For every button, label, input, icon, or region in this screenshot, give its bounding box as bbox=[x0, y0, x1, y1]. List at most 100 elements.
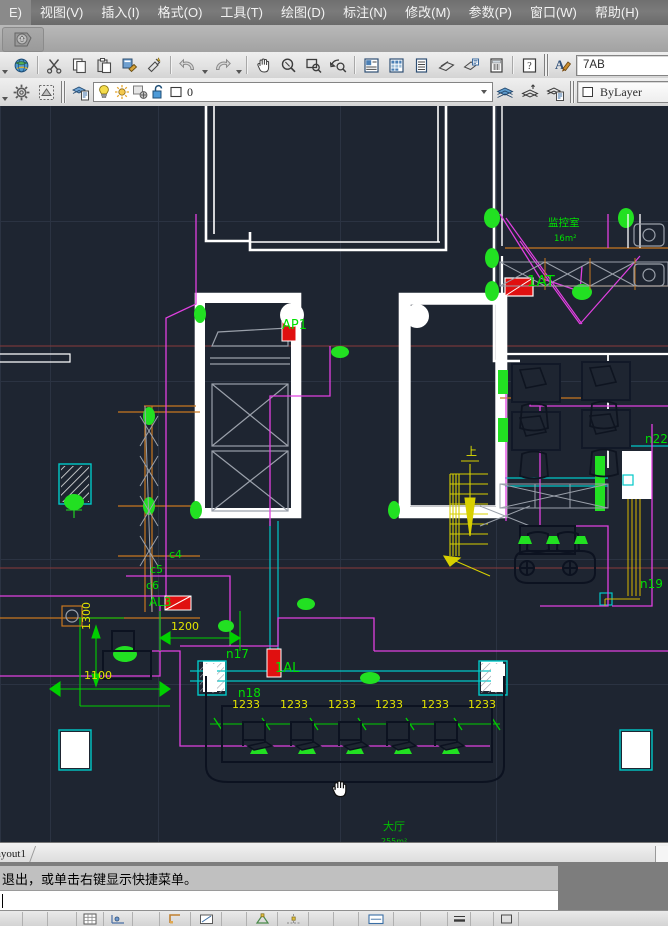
lobby-chairs bbox=[242, 721, 458, 746]
layer-control-chevron-down-icon[interactable] bbox=[477, 90, 490, 94]
properties-brush-icon[interactable] bbox=[143, 54, 166, 77]
polar-icon[interactable] bbox=[191, 911, 222, 926]
left-ceiling-grid bbox=[139, 405, 159, 613]
standard-toolbar: ? A 7AB bbox=[0, 52, 668, 79]
status-cell-1[interactable] bbox=[0, 911, 23, 926]
designcenter-icon[interactable] bbox=[385, 54, 408, 77]
redo-dropdown-chevron-down-icon[interactable] bbox=[234, 53, 243, 78]
cad-drawing-vector bbox=[0, 106, 668, 783]
menu-bar: E) 视图(V) 插入(I) 格式(O) 工具(T) 绘图(D) 标注(N) 修… bbox=[0, 0, 668, 25]
layer-toolbar-overflow[interactable] bbox=[0, 80, 9, 105]
scrollbar-corner[interactable] bbox=[655, 846, 668, 863]
zoom-window-icon[interactable] bbox=[302, 54, 325, 77]
undo-dropdown-chevron-down-icon[interactable] bbox=[200, 53, 209, 78]
top-right-equipment bbox=[633, 223, 665, 287]
layer-state-icon[interactable] bbox=[35, 81, 58, 104]
building-walls bbox=[0, 106, 668, 519]
status-cell-12[interactable] bbox=[309, 911, 334, 926]
status-cell-16[interactable] bbox=[421, 911, 448, 926]
status-cell-6[interactable] bbox=[133, 911, 160, 926]
status-cell-spacer bbox=[519, 912, 668, 926]
status-cell-18[interactable] bbox=[471, 911, 494, 926]
reception-furniture bbox=[514, 525, 596, 584]
unlock-icon[interactable] bbox=[150, 84, 166, 100]
status-cell-13[interactable] bbox=[334, 911, 359, 926]
undo-icon[interactable] bbox=[176, 54, 199, 77]
command-history-text: 退出，或单击右键显示快捷菜单。 bbox=[2, 871, 198, 887]
otrack-icon[interactable] bbox=[278, 911, 309, 926]
layer-toolbar-grip[interactable] bbox=[61, 81, 66, 103]
text-style-icon[interactable]: A bbox=[552, 54, 575, 77]
properties-palette-icon[interactable] bbox=[360, 54, 383, 77]
sheet-set-icon[interactable] bbox=[435, 54, 458, 77]
drawing-canvas[interactable]: 监控室 16m² 1AT AP1 n22 n19 上 c4 c5 c6 AL3 … bbox=[0, 106, 668, 842]
sun-freeze-icon[interactable] bbox=[114, 84, 130, 100]
lwt-icon[interactable] bbox=[448, 911, 471, 926]
freeze-viewport-icon[interactable] bbox=[132, 84, 148, 100]
snap-icon[interactable] bbox=[104, 911, 133, 926]
yellow-riser bbox=[604, 499, 641, 606]
color-control-combo[interactable]: ByLayer bbox=[577, 81, 668, 103]
color-value: ByLayer bbox=[600, 84, 642, 99]
elevator-cars bbox=[210, 327, 290, 512]
lightbulb-on-icon[interactable] bbox=[96, 84, 112, 100]
osnap-icon[interactable] bbox=[247, 911, 278, 926]
zoom-realtime-icon[interactable] bbox=[277, 54, 300, 77]
paste-icon[interactable] bbox=[93, 54, 116, 77]
quick-access-strip bbox=[0, 25, 668, 53]
properties-toolbar-grip[interactable] bbox=[570, 81, 575, 103]
menu-edit-partial[interactable]: E) bbox=[0, 0, 31, 25]
layer-walk-icon[interactable] bbox=[544, 81, 567, 104]
menu-modify[interactable]: 修改(M) bbox=[396, 0, 460, 25]
menu-insert[interactable]: 插入(I) bbox=[92, 0, 148, 25]
status-cell-15[interactable] bbox=[394, 911, 421, 926]
markup-set-icon[interactable] bbox=[460, 54, 483, 77]
layer-properties-manager-icon[interactable] bbox=[69, 81, 92, 104]
status-cell-3[interactable] bbox=[48, 911, 77, 926]
layout-tab-strip: ayout1 bbox=[0, 842, 668, 864]
globe-icon[interactable] bbox=[10, 54, 33, 77]
match-properties-icon[interactable] bbox=[118, 54, 141, 77]
layer-color-swatch bbox=[169, 85, 183, 99]
menu-view[interactable]: 视图(V) bbox=[31, 0, 92, 25]
grid-icon[interactable] bbox=[77, 911, 104, 926]
layer-settings-gear-icon[interactable] bbox=[10, 81, 33, 104]
menu-window[interactable]: 窗口(W) bbox=[521, 0, 586, 25]
redo-icon[interactable] bbox=[210, 54, 233, 77]
menu-format[interactable]: 格式(O) bbox=[149, 0, 212, 25]
help-icon[interactable]: ? bbox=[518, 54, 541, 77]
ortho-icon[interactable] bbox=[160, 911, 191, 926]
cyan-services bbox=[58, 445, 668, 771]
menu-draw[interactable]: 绘图(D) bbox=[272, 0, 334, 25]
magenta-circuits bbox=[0, 213, 668, 747]
text-style-toolbar-grip[interactable] bbox=[544, 54, 549, 76]
stairs bbox=[442, 460, 491, 577]
toolbar-overflow-left[interactable] bbox=[0, 53, 9, 78]
status-bar bbox=[0, 910, 668, 926]
pan-hand-icon[interactable] bbox=[252, 54, 275, 77]
menu-dimension[interactable]: 标注(N) bbox=[334, 0, 396, 25]
copy-icon[interactable] bbox=[68, 54, 91, 77]
layer-control-combo[interactable]: 0 bbox=[93, 82, 493, 102]
menu-help[interactable]: 帮助(H) bbox=[586, 0, 648, 25]
zoom-previous-icon[interactable] bbox=[327, 54, 350, 77]
model-icon[interactable] bbox=[494, 911, 519, 926]
make-object-layer-current-icon[interactable] bbox=[494, 81, 517, 104]
status-cell-2[interactable] bbox=[23, 911, 48, 926]
layer-previous-icon[interactable] bbox=[519, 81, 542, 104]
menu-parametric[interactable]: 参数(P) bbox=[460, 0, 521, 25]
scissors-cut-icon[interactable] bbox=[43, 54, 66, 77]
reception-devices bbox=[518, 536, 588, 544]
text-style-combo[interactable]: 7AB bbox=[576, 54, 668, 76]
tool-palettes-icon[interactable] bbox=[410, 54, 433, 77]
layer-properties-toolbar: 0 ByLayer bbox=[0, 78, 668, 107]
quick-calc-icon[interactable] bbox=[485, 54, 508, 77]
layout-tab-layout1[interactable]: ayout1 bbox=[0, 845, 29, 863]
command-input[interactable] bbox=[0, 890, 558, 911]
misc-equipment bbox=[61, 605, 152, 680]
color-swatch bbox=[578, 86, 594, 98]
status-cell-9[interactable] bbox=[222, 911, 247, 926]
application-menu-button[interactable] bbox=[2, 27, 44, 52]
dyn-icon[interactable] bbox=[359, 911, 394, 926]
menu-tools[interactable]: 工具(T) bbox=[211, 0, 272, 25]
